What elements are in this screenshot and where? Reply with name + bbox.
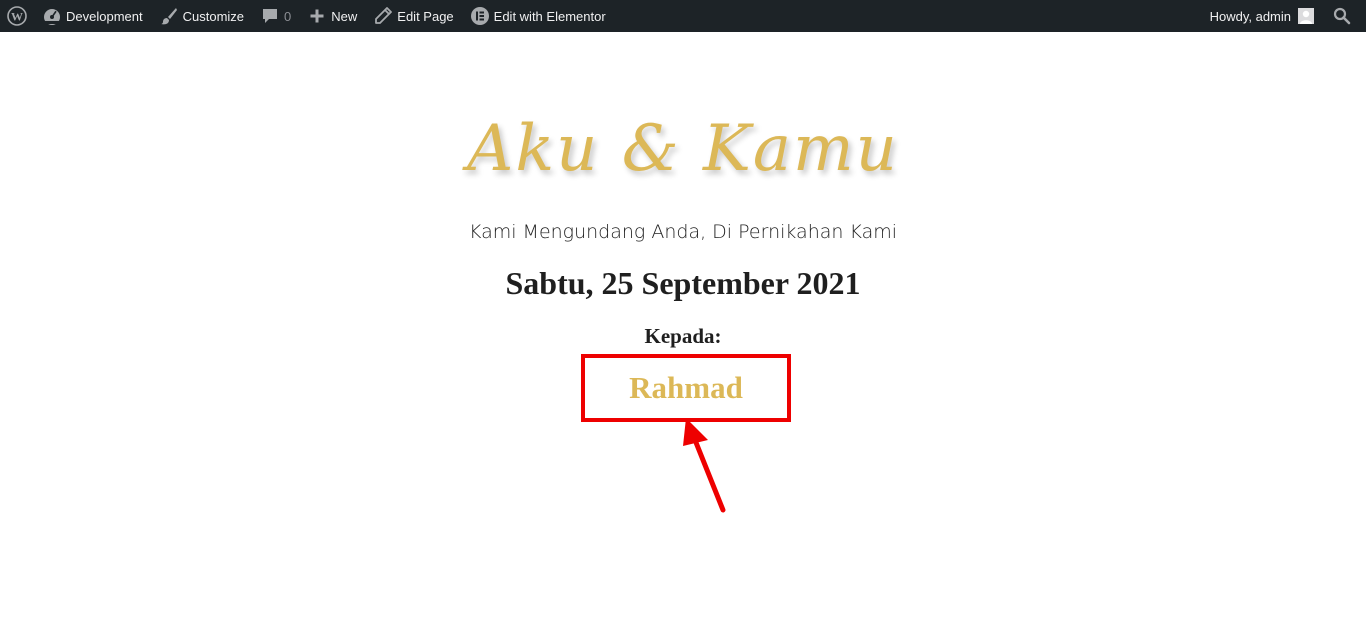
wordpress-logo-menu[interactable]: W bbox=[0, 0, 34, 32]
comments-count: 0 bbox=[284, 8, 292, 24]
elementor-icon bbox=[470, 6, 490, 26]
edit-with-elementor-label: Edit with Elementor bbox=[493, 8, 606, 24]
comment-icon bbox=[260, 6, 280, 26]
site-name-label: Development bbox=[66, 8, 143, 24]
invitation-page: Aku & Kamu Kami Mengundang Anda, Di Pern… bbox=[0, 32, 1366, 643]
comments-menu[interactable]: 0 bbox=[252, 0, 299, 32]
my-account-menu[interactable]: Howdy, admin bbox=[1202, 0, 1322, 32]
search-icon bbox=[1332, 6, 1352, 26]
customize-menu[interactable]: Customize bbox=[151, 0, 252, 32]
event-date: Sabtu, 25 September 2021 bbox=[505, 265, 861, 301]
admin-bar: W Development Customize 0 New Edit Page … bbox=[0, 0, 1366, 32]
dashboard-icon bbox=[42, 6, 62, 26]
admin-bar-right: Howdy, admin bbox=[1202, 0, 1366, 32]
invitation-intro: Kami Mengundang Anda, Di Pernikahan Kami bbox=[468, 221, 898, 243]
new-content-menu[interactable]: New bbox=[299, 0, 365, 32]
site-name-menu[interactable]: Development bbox=[34, 0, 151, 32]
admin-bar-search[interactable] bbox=[1322, 0, 1366, 32]
edit-with-elementor-menu[interactable]: Edit with Elementor bbox=[462, 0, 614, 32]
guest-name-highlight-box: Rahmad bbox=[581, 354, 791, 422]
plus-icon bbox=[307, 6, 327, 26]
wordpress-icon: W bbox=[7, 6, 27, 26]
paintbrush-icon bbox=[159, 6, 179, 26]
new-label: New bbox=[331, 8, 358, 24]
avatar bbox=[1298, 8, 1314, 24]
recipient-label: Kepada: bbox=[644, 324, 722, 348]
pencil-icon bbox=[373, 6, 393, 26]
customize-label: Customize bbox=[182, 8, 245, 24]
edit-page-menu[interactable]: Edit Page bbox=[365, 0, 461, 32]
couple-title: Aku & Kamu bbox=[467, 112, 899, 186]
howdy-label: Howdy, admin bbox=[1209, 8, 1291, 24]
guest-name: Rahmad bbox=[629, 370, 743, 405]
svg-text:W: W bbox=[11, 10, 23, 24]
edit-page-label: Edit Page bbox=[397, 8, 454, 24]
admin-bar-left: W Development Customize 0 New Edit Page … bbox=[0, 0, 614, 32]
